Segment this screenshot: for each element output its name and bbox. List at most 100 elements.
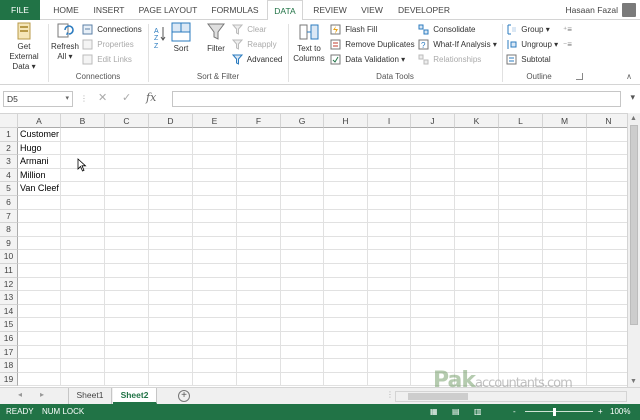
cell-l14[interactable] (499, 304, 543, 319)
cell-l10[interactable] (499, 250, 543, 264)
cell-l5[interactable] (499, 182, 543, 196)
cell-m5[interactable] (543, 182, 587, 196)
column-header-g[interactable]: G (281, 114, 324, 128)
insert-function-icon[interactable]: fx (146, 91, 156, 104)
cell-n11[interactable] (587, 264, 627, 278)
cell-f12[interactable] (237, 277, 281, 292)
row-header-4[interactable]: 4 (0, 168, 18, 183)
cell-k4[interactable] (455, 168, 499, 183)
cell-e15[interactable] (193, 318, 237, 332)
cell-k3[interactable] (455, 155, 499, 169)
cell-h8[interactable] (324, 223, 368, 237)
cell-n3[interactable] (587, 155, 627, 169)
zoom-in-button[interactable]: + (598, 404, 603, 420)
enter-icon[interactable]: ✓ (122, 91, 131, 104)
zoom-slider-handle[interactable] (553, 408, 556, 416)
cell-g9[interactable] (281, 236, 324, 251)
cell-i13[interactable] (368, 291, 411, 305)
cell-d19[interactable] (149, 372, 193, 387)
cell-c9[interactable] (105, 236, 149, 251)
cell-b7[interactable] (61, 209, 105, 224)
cell-a6[interactable] (18, 196, 61, 210)
cell-i8[interactable] (368, 223, 411, 237)
cell-d6[interactable] (149, 196, 193, 210)
what-if-analysis-button[interactable]: ? What-If Analysis ▾ (418, 37, 497, 52)
cell-l2[interactable] (499, 141, 543, 156)
cell-a17[interactable] (18, 345, 61, 360)
cell-h5[interactable] (324, 182, 368, 196)
row-header-19[interactable]: 19 (0, 372, 18, 387)
drag-handle-icon[interactable]: ⋮ (80, 94, 88, 103)
cell-d1[interactable] (149, 128, 193, 142)
cell-n10[interactable] (587, 250, 627, 264)
cell-j4[interactable] (411, 168, 455, 183)
row-header-18[interactable]: 18 (0, 359, 18, 373)
cell-f2[interactable] (237, 141, 281, 156)
row-header-15[interactable]: 15 (0, 318, 18, 332)
cell-h3[interactable] (324, 155, 368, 169)
cell-i7[interactable] (368, 209, 411, 224)
cell-b19[interactable] (61, 372, 105, 387)
cell-k8[interactable] (455, 223, 499, 237)
cell-f10[interactable] (237, 250, 281, 264)
cell-l9[interactable] (499, 236, 543, 251)
cell-n14[interactable] (587, 305, 627, 319)
cell-j10[interactable] (411, 250, 455, 264)
cell-i11[interactable] (368, 264, 411, 278)
cell-f8[interactable] (237, 223, 281, 237)
row-header-8[interactable]: 8 (0, 223, 18, 237)
cell-m6[interactable] (543, 196, 587, 210)
cell-j8[interactable] (411, 223, 455, 237)
cell-k1[interactable] (455, 128, 499, 142)
cell-a9[interactable] (18, 236, 61, 251)
cell-f18[interactable] (237, 359, 281, 373)
cell-k7[interactable] (455, 209, 499, 224)
cell-d2[interactable] (149, 141, 193, 156)
row-header-12[interactable]: 12 (0, 277, 18, 292)
cell-m8[interactable] (543, 223, 587, 237)
cell-e19[interactable] (193, 372, 237, 387)
tab-home[interactable]: HOME (46, 0, 86, 20)
subtotal-button[interactable]: Subtotal (506, 52, 551, 67)
cell-m10[interactable] (543, 250, 587, 264)
text-to-columns-button[interactable]: Text to Columns (291, 22, 327, 64)
cell-m4[interactable] (543, 168, 587, 183)
properties-button[interactable]: Properties (82, 37, 134, 52)
cell-e5[interactable] (193, 182, 237, 196)
column-header-e[interactable]: E (193, 114, 237, 128)
cell-a7[interactable] (18, 209, 61, 224)
cell-l7[interactable] (499, 209, 543, 224)
cell-b15[interactable] (61, 318, 105, 332)
add-sheet-icon[interactable]: + (178, 390, 190, 402)
cell-m12[interactable] (543, 277, 587, 292)
advanced-button[interactable]: Advanced (232, 52, 282, 67)
cell-j3[interactable] (411, 155, 455, 169)
cell-f16[interactable] (237, 332, 281, 346)
cell-m1[interactable] (543, 128, 587, 142)
clear-button[interactable]: Clear (232, 22, 266, 37)
cell-b11[interactable] (61, 264, 105, 278)
row-header-5[interactable]: 5 (0, 182, 18, 196)
cell-e3[interactable] (193, 155, 237, 169)
cell-f19[interactable] (237, 372, 281, 387)
next-sheet-icon[interactable]: ▸ (40, 390, 44, 399)
column-header-b[interactable]: B (61, 114, 105, 128)
column-header-k[interactable]: K (455, 114, 499, 128)
cell-f15[interactable] (237, 318, 281, 332)
cell-k15[interactable] (455, 318, 499, 332)
collapse-ribbon-icon[interactable]: ∧ (626, 72, 632, 81)
cell-a4[interactable]: Million (18, 168, 61, 183)
cell-d10[interactable] (149, 250, 193, 264)
cell-k11[interactable] (455, 264, 499, 278)
cell-g13[interactable] (281, 291, 324, 305)
cell-b1[interactable] (61, 128, 105, 142)
cell-h1[interactable] (324, 128, 368, 142)
row-header-7[interactable]: 7 (0, 209, 18, 224)
cell-n19[interactable] (587, 373, 627, 387)
cell-m13[interactable] (543, 291, 587, 305)
cell-j15[interactable] (411, 318, 455, 332)
cell-a14[interactable] (18, 304, 61, 319)
cell-e2[interactable] (193, 141, 237, 156)
cell-e11[interactable] (193, 264, 237, 278)
cell-g5[interactable] (281, 182, 324, 196)
